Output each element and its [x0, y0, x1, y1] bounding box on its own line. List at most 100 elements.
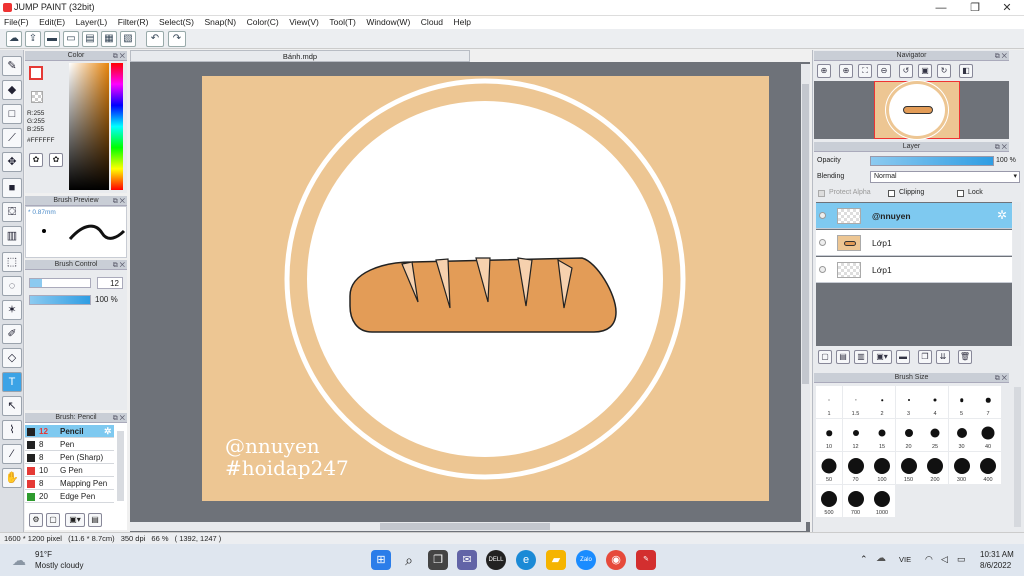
new-brush-icon[interactable]: ▢	[46, 513, 60, 527]
lock-checkbox[interactable]	[957, 190, 964, 197]
menu-snap[interactable]: Snap(N)	[200, 16, 240, 28]
vertical-scrollbar[interactable]	[801, 64, 810, 522]
document-tab[interactable]: Bánh.mdp	[130, 50, 470, 62]
vertical-scroll-thumb[interactable]	[802, 84, 809, 384]
layer-row[interactable]: Lớp1	[816, 230, 1012, 256]
brush-size-option[interactable]: 30	[948, 419, 975, 451]
weather-temp[interactable]: 91°F	[35, 550, 52, 559]
file-explorer-icon[interactable]: ▰	[546, 550, 566, 570]
menu-filter[interactable]: Filter(R)	[114, 16, 153, 28]
edge-browser-icon[interactable]: e	[516, 550, 536, 570]
brush-size-input[interactable]: 12	[97, 277, 123, 289]
chrome-icon[interactable]: ◉	[606, 550, 626, 570]
horizontal-scroll-thumb[interactable]	[380, 523, 550, 530]
brush-size-option[interactable]: 10	[816, 419, 842, 451]
rotate-left-icon[interactable]: ↺	[899, 64, 913, 78]
brush-size-option[interactable]: 100	[869, 452, 895, 484]
grid-icon[interactable]: ▦	[101, 31, 117, 47]
upload-icon[interactable]: ⇪	[25, 31, 41, 47]
magic-wand-tool-icon[interactable]: ✶	[2, 300, 22, 320]
brush-size-option[interactable]: 500	[816, 485, 842, 517]
bucket-tool-icon[interactable]: ⛋	[2, 202, 22, 222]
brush-settings-icon[interactable]: ⚙	[29, 513, 43, 527]
language-indicator[interactable]: VIE	[899, 555, 911, 564]
brush-size-option[interactable]: 7	[975, 386, 1001, 418]
minimize-button[interactable]: —	[926, 0, 956, 16]
brush-size-option[interactable]: 50	[816, 452, 842, 484]
eraser-tool-icon[interactable]: ◆	[2, 80, 22, 100]
brush-item[interactable]: 8 Mapping Pen	[25, 477, 114, 490]
select-eraser-tool-icon[interactable]: ◇	[2, 348, 22, 368]
main-color-swatch[interactable]	[29, 66, 43, 80]
brush-size-option[interactable]: 150	[895, 452, 922, 484]
clock-date[interactable]: 8/6/2022	[980, 561, 1011, 570]
brush-size-option[interactable]: 4	[922, 386, 948, 418]
layer-visibility-toggle[interactable]	[819, 212, 826, 219]
horizontal-scrollbar[interactable]	[130, 522, 806, 531]
redo-icon[interactable]: ↷	[168, 31, 186, 47]
clock-time[interactable]: 10:31 AM	[980, 550, 1014, 559]
brush-item[interactable]: 20 Edge Pen	[25, 490, 114, 503]
zoom-fit-icon[interactable]: ⊕	[817, 64, 831, 78]
undo-icon[interactable]: ↶	[146, 31, 164, 47]
rotate-right-icon[interactable]: ↻	[937, 64, 951, 78]
dropper-tool-icon[interactable]: ⌇	[2, 420, 22, 440]
zoom-out-icon[interactable]: ⊖	[877, 64, 891, 78]
document-icon[interactable]: ▤	[82, 31, 98, 47]
zalo-icon[interactable]: Zalo	[576, 550, 596, 570]
brush-list-scrollbar[interactable]	[117, 431, 124, 501]
dell-icon[interactable]: DELL	[486, 550, 506, 570]
brush-size-option[interactable]: 12	[842, 419, 869, 451]
lasso-tool-icon[interactable]: ◌	[2, 276, 22, 296]
layer-opacity-slider[interactable]	[870, 156, 994, 166]
gear-icon[interactable]: ✲	[997, 208, 1007, 222]
brush-size-option[interactable]: 200	[922, 452, 948, 484]
close-button[interactable]: ✕	[992, 0, 1022, 16]
hand-tool-icon[interactable]: ✋	[2, 468, 22, 488]
brush-size-option[interactable]: 15	[869, 419, 895, 451]
layer-visibility-toggle[interactable]	[819, 266, 826, 273]
select-rect-tool-icon[interactable]: ⬚	[2, 252, 22, 272]
cloud-icon[interactable]: ☁	[6, 31, 22, 47]
search-icon[interactable]: ⌕	[399, 550, 419, 570]
windows-start-icon[interactable]: ⊞	[371, 550, 391, 570]
task-view-icon[interactable]: ❐	[428, 550, 448, 570]
menu-view[interactable]: View(V)	[285, 16, 323, 28]
volume-icon[interactable]: ◁	[941, 554, 948, 565]
brush-item[interactable]: 10 G Pen	[25, 464, 114, 477]
menu-select[interactable]: Select(S)	[155, 16, 198, 28]
protect-alpha-checkbox[interactable]	[818, 190, 825, 197]
brush-size-option[interactable]: 1000	[869, 485, 895, 517]
fill-rectangle-tool-icon[interactable]: ■	[2, 178, 22, 198]
brush-size-option[interactable]: 70	[842, 452, 869, 484]
brush-size-option[interactable]: 400	[975, 452, 1001, 484]
copy-layer-icon[interactable]: ▥	[854, 350, 868, 364]
brush-item[interactable]: 12 Pencil ✲	[25, 425, 114, 438]
settings-icon[interactable]: ▧	[120, 31, 136, 47]
text-tool-icon[interactable]: T	[2, 372, 22, 392]
saturation-value-picker[interactable]	[69, 63, 109, 190]
palette-icon[interactable]: ✿	[29, 153, 43, 167]
menu-layer[interactable]: Layer(L)	[72, 16, 112, 28]
menu-file[interactable]: File(F)	[0, 16, 33, 28]
folder-icon[interactable]: ▬	[896, 350, 910, 364]
layer-row[interactable]: @nnuyen ✲	[816, 203, 1012, 229]
actual-size-icon[interactable]: ⛶	[858, 64, 872, 78]
new-layer-icon[interactable]: ▢	[818, 350, 832, 364]
onedrive-icon[interactable]: ☁	[876, 553, 886, 564]
brush-tool-icon[interactable]: ✎	[2, 56, 22, 76]
flip-icon[interactable]: ◧	[959, 64, 973, 78]
brush-opacity-slider[interactable]	[29, 295, 91, 305]
move-tool-icon[interactable]: ✥	[2, 152, 22, 172]
brush-size-option[interactable]: 3	[895, 386, 922, 418]
layer-list-scrollbar[interactable]	[1013, 202, 1021, 346]
brush-size-option[interactable]: 1	[816, 386, 842, 418]
hue-slider[interactable]	[111, 63, 123, 190]
menu-cloud[interactable]: Cloud	[417, 16, 447, 28]
menu-help[interactable]: Help	[450, 16, 475, 28]
brush-menu-icon[interactable]: ▣▾	[65, 513, 85, 527]
jump-paint-taskbar-icon[interactable]: ✎	[636, 550, 656, 570]
layer-row[interactable]: Lớp1	[816, 257, 1012, 283]
layer-menu-icon[interactable]: ▣▾	[872, 350, 892, 364]
line-tool-icon[interactable]: ⟋	[2, 128, 22, 148]
